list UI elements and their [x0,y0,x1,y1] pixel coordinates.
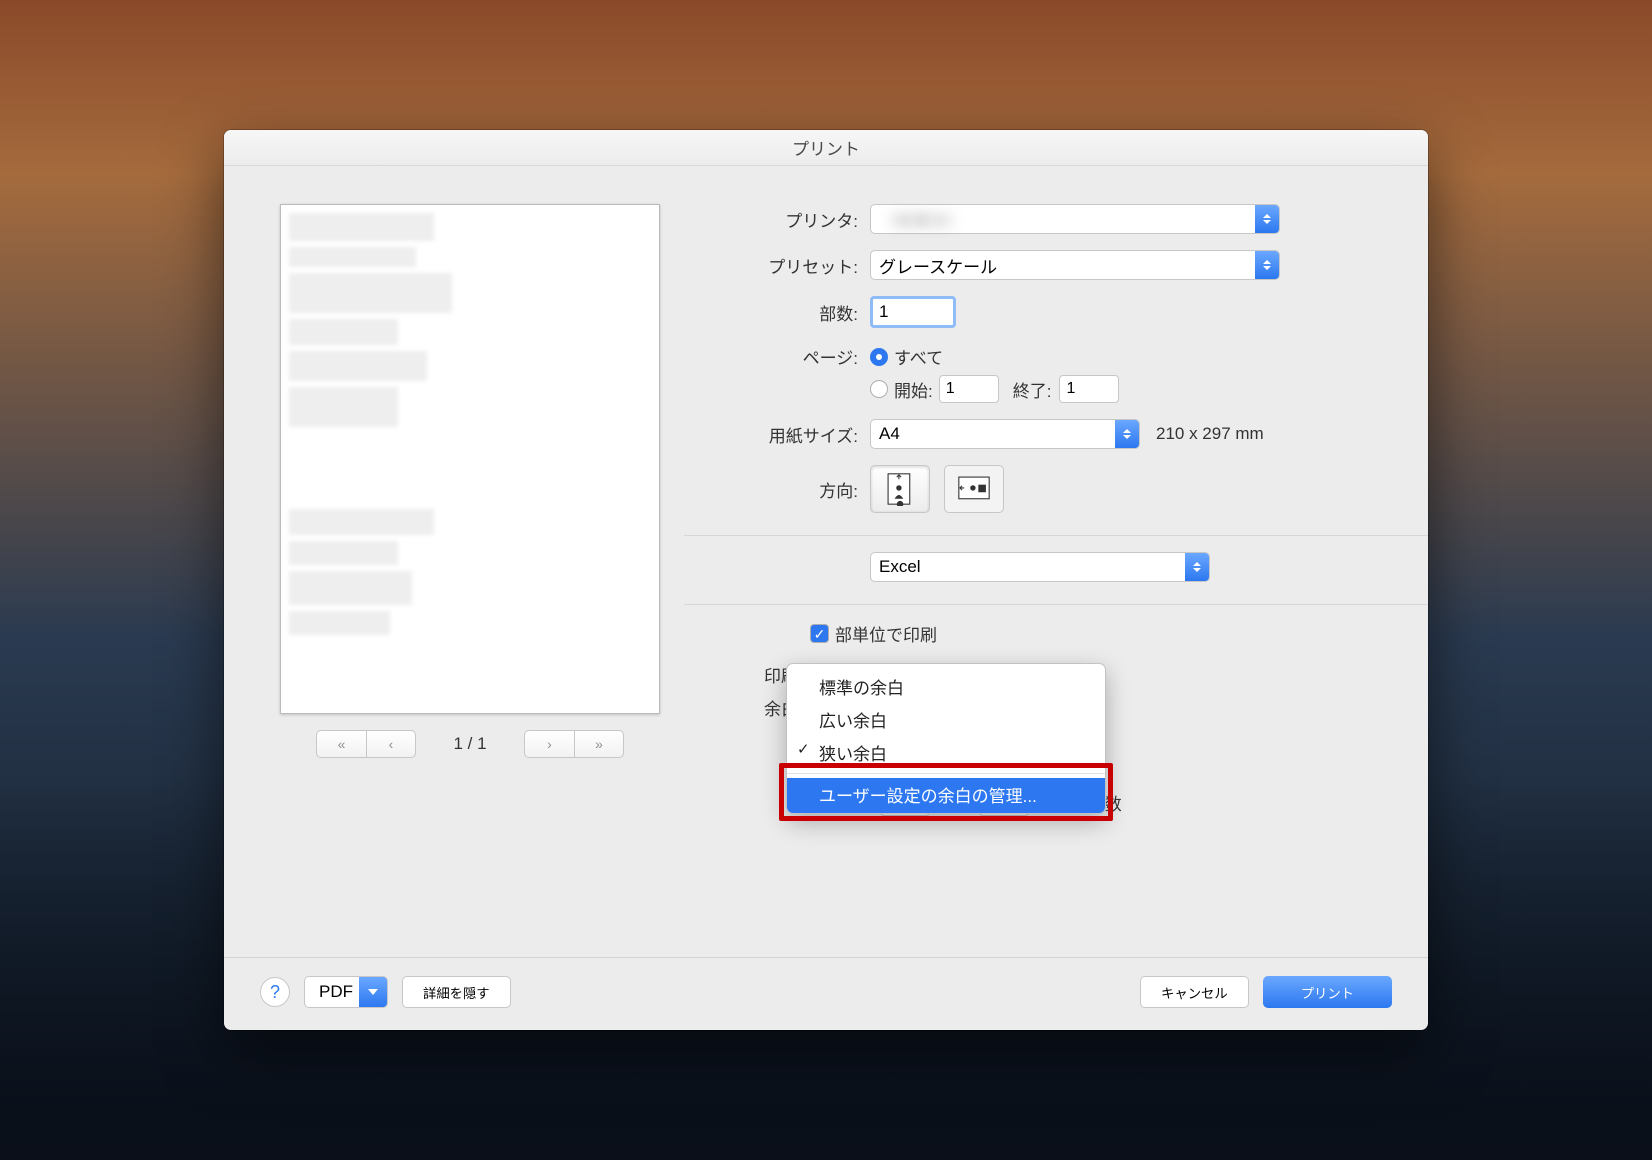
pages-all-radio[interactable] [870,348,888,366]
help-button[interactable]: ? [260,977,290,1007]
last-page-button[interactable]: » [574,730,624,758]
preset-value: グレースケール [879,253,997,278]
section-value: Excel [879,557,921,577]
copies-input[interactable] [870,296,956,328]
paper-size-select[interactable]: A4 [870,419,1140,449]
dialog-footer: ? PDF 詳細を隠す キャンセル プリント [224,957,1428,1030]
portrait-button[interactable] [870,465,930,513]
page-counter: 1 / 1 [430,734,510,754]
copies-label: 部数: [720,300,870,325]
dialog-content: « ‹ 1 / 1 › » プリンタ: （非表示） プリセット: [224,166,1428,957]
margins-manage-custom[interactable]: ユーザー設定の余白の管理... [787,778,1105,813]
preview-nav: « ‹ 1 / 1 › » [316,730,624,758]
printer-label: プリンタ: [720,207,870,232]
settings-column: プリンタ: （非表示） プリセット: グレースケール 部数: ページ: [720,204,1392,945]
collate-label: 部単位で印刷 [835,621,937,646]
collate-checkbox[interactable] [810,624,829,643]
first-page-button[interactable]: « [316,730,366,758]
updown-icon [1185,553,1209,581]
margins-option-normal[interactable]: 標準の余白 [787,670,1105,703]
divider [684,604,1428,605]
orientation-label: 方向: [720,477,870,502]
paper-size-label: 用紙サイズ: [720,422,870,447]
title-text: プリント [792,135,860,160]
paper-dimensions: 210 x 297 mm [1156,424,1264,444]
to-input[interactable] [1059,375,1119,403]
chevron-down-icon [359,977,387,1007]
pdf-menu-button[interactable]: PDF [304,976,388,1008]
print-button[interactable]: プリント [1263,976,1392,1008]
margins-option-narrow[interactable]: 狭い余白 [787,736,1105,769]
landscape-button[interactable] [944,465,1004,513]
landscape-icon [957,476,991,502]
cancel-button[interactable]: キャンセル [1140,976,1249,1008]
next-page-button[interactable]: › [524,730,574,758]
updown-icon [1255,205,1279,233]
to-label: 終了: [1013,377,1052,402]
hide-details-button[interactable]: 詳細を隠す [402,976,511,1008]
pages-all-label: すべて [894,344,943,369]
pages-label: ページ: [720,344,870,369]
paper-size-value: A4 [879,424,900,444]
prev-page-button[interactable]: ‹ [366,730,416,758]
preview-page [280,204,660,714]
pdf-label: PDF [319,982,353,1002]
preview-column: « ‹ 1 / 1 › » [260,204,680,945]
updown-icon [1115,420,1139,448]
portrait-icon [887,472,913,506]
updown-icon [1255,251,1279,279]
margins-popup: 標準の余白 広い余白 狭い余白 ユーザー設定の余白の管理... [786,663,1106,814]
printer-value: （非表示） [879,207,964,232]
preset-select[interactable]: グレースケール [870,250,1280,280]
print-dialog: プリント « ‹ 1 / 1 [224,130,1428,1030]
printer-select[interactable]: （非表示） [870,204,1280,234]
pages-range-radio[interactable] [870,380,888,398]
popup-divider [787,773,1105,774]
from-label: 開始: [894,377,933,402]
section-select[interactable]: Excel [870,552,1210,582]
from-input[interactable] [939,375,999,403]
preset-label: プリセット: [720,253,870,278]
margins-option-wide[interactable]: 広い余白 [787,703,1105,736]
window-title: プリント [224,130,1428,166]
divider [684,535,1428,536]
